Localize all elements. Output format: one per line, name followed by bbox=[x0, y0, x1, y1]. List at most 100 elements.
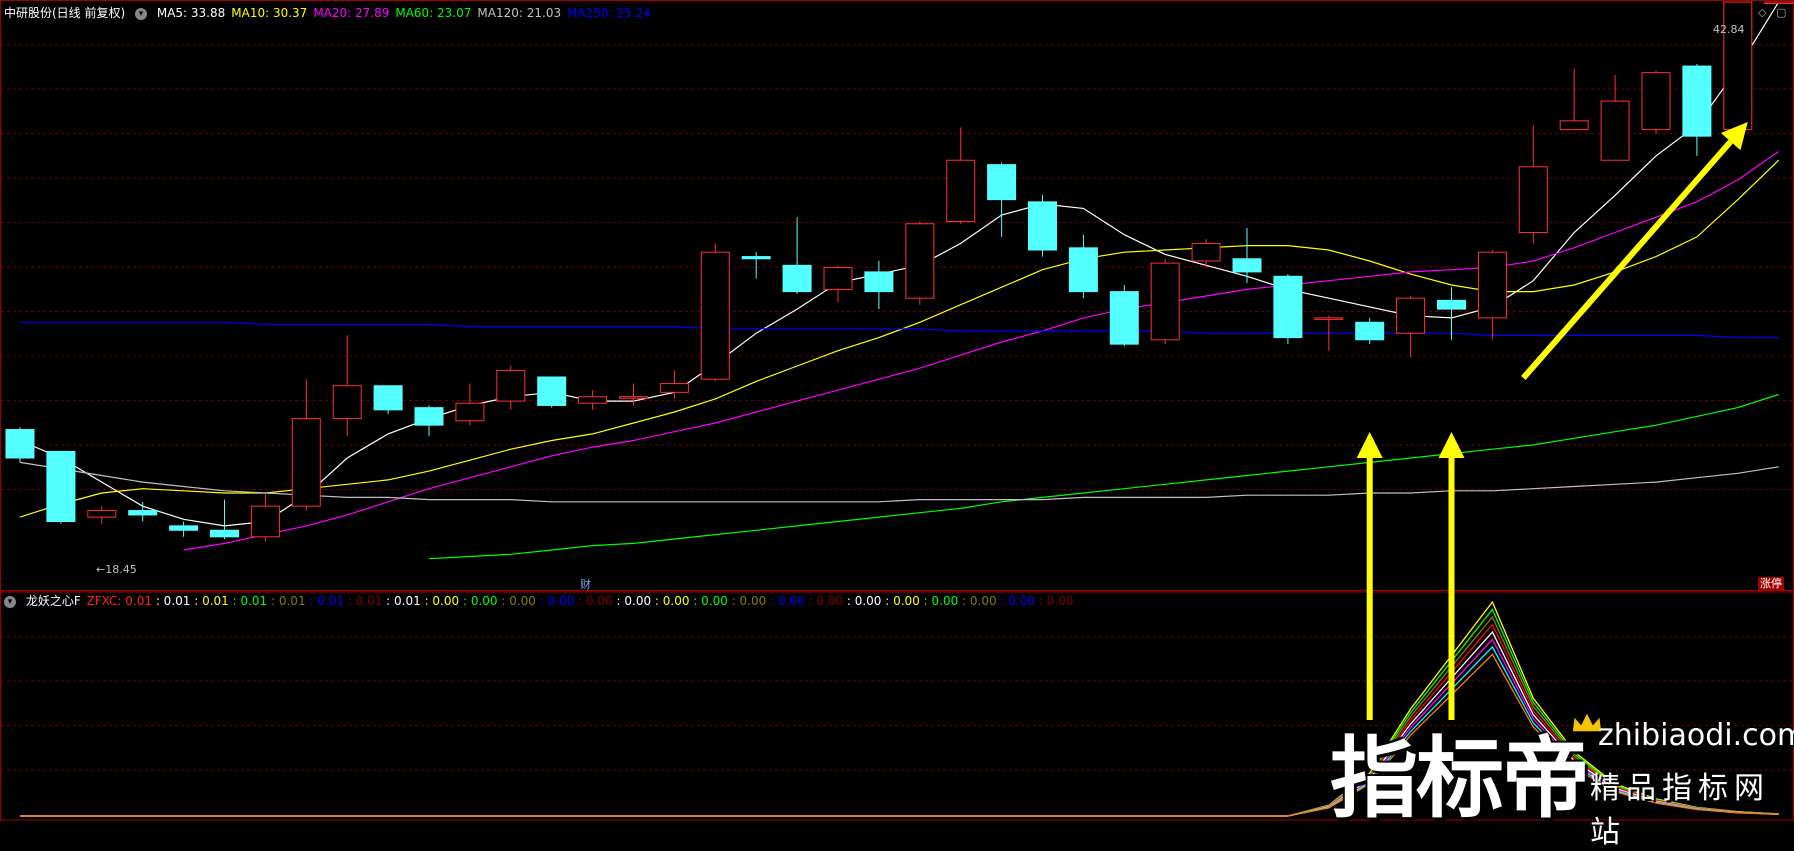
candle[interactable] bbox=[1641, 70, 1671, 134]
candle-body bbox=[619, 396, 648, 399]
indicator-value: : 0.00 bbox=[612, 594, 652, 608]
candle-body bbox=[169, 525, 199, 531]
candle-body bbox=[1764, 1, 1794, 4]
candle[interactable] bbox=[128, 501, 158, 522]
price-chart[interactable] bbox=[0, 0, 1794, 822]
indicator-value: : 0.00 bbox=[574, 594, 613, 608]
min-price-label: ←18.45 bbox=[96, 563, 137, 576]
candle[interactable] bbox=[741, 252, 771, 279]
candle-body bbox=[210, 529, 239, 538]
candle-body bbox=[1682, 65, 1712, 137]
candle[interactable] bbox=[5, 427, 35, 463]
indicator-value: : 0.01 bbox=[343, 594, 383, 608]
diamond-icon[interactable]: ◇ bbox=[1758, 6, 1766, 20]
candle-body bbox=[741, 256, 771, 260]
candle[interactable] bbox=[700, 243, 730, 382]
candle[interactable] bbox=[1273, 274, 1303, 345]
candle[interactable] bbox=[291, 379, 321, 511]
main-header: 中研股份(日线 前复权) ▾ MA5: 33.88 MA10: 30.37 MA20… bbox=[4, 6, 663, 20]
indicator-value: : 0.01 bbox=[228, 594, 268, 608]
candle[interactable] bbox=[782, 217, 812, 294]
indicator-value: : 0.01 bbox=[190, 594, 229, 608]
indicator-value: : 0.00 bbox=[843, 594, 882, 608]
limit-up-badge: 涨停 bbox=[1758, 577, 1784, 591]
candle-body bbox=[823, 267, 853, 290]
candle-body bbox=[1314, 317, 1344, 320]
candle[interactable] bbox=[1355, 317, 1385, 345]
candle[interactable] bbox=[987, 162, 1017, 237]
indicator-value: : 0.01 bbox=[155, 594, 191, 608]
candle[interactable] bbox=[414, 405, 444, 437]
candle-body bbox=[1723, 1, 1753, 131]
candle-body bbox=[946, 159, 976, 223]
candle[interactable] bbox=[537, 376, 567, 408]
indicator-value: : 0.00 bbox=[996, 594, 1035, 608]
candle[interactable] bbox=[455, 383, 485, 426]
indicator-value: : 0.00 bbox=[420, 594, 460, 608]
candle-body bbox=[87, 510, 117, 518]
candle[interactable] bbox=[864, 260, 894, 310]
brand-slogan: 精品指标网站 bbox=[1590, 771, 1770, 850]
restore-icon[interactable]: ▢ bbox=[1776, 6, 1786, 20]
finance-marker[interactable]: 财 bbox=[580, 578, 591, 592]
max-price-label: 42.84 bbox=[1713, 23, 1745, 36]
candle[interactable] bbox=[1723, 1, 1753, 131]
indicator-value: : 0.01 bbox=[267, 594, 306, 608]
candle[interactable] bbox=[1559, 68, 1589, 131]
candle[interactable] bbox=[905, 221, 935, 305]
candle[interactable] bbox=[210, 499, 239, 540]
indicator-value: : 0.00 bbox=[459, 594, 498, 608]
brand-url: zhibiaodi.com bbox=[1598, 718, 1794, 753]
candle-body bbox=[578, 396, 608, 404]
ma-toggle-icon[interactable]: ▾ bbox=[135, 7, 148, 20]
candle[interactable] bbox=[1600, 74, 1630, 161]
indicator-header: ▾ 龙妖之心F ZFXC: 0.01 : 0.01 : 0.01 : 0.01 … bbox=[4, 594, 1079, 608]
candle[interactable] bbox=[1232, 228, 1262, 283]
candle[interactable] bbox=[496, 366, 526, 410]
candle[interactable] bbox=[87, 506, 117, 524]
candle[interactable] bbox=[1028, 195, 1057, 257]
candle[interactable] bbox=[46, 450, 76, 524]
indicator-value: : 0.00 bbox=[766, 594, 805, 608]
candle[interactable] bbox=[823, 265, 853, 303]
candle-body bbox=[496, 369, 526, 402]
indicator-toggle-icon[interactable]: ▾ bbox=[4, 595, 16, 608]
candle-body bbox=[659, 383, 689, 393]
indicator-value: : 0.00 bbox=[651, 594, 690, 608]
candle-body bbox=[5, 429, 35, 459]
candle[interactable] bbox=[1518, 125, 1548, 244]
candle[interactable] bbox=[1437, 287, 1466, 340]
ma-line-ma120 bbox=[19, 461, 1779, 503]
candle[interactable] bbox=[946, 127, 976, 224]
candle[interactable] bbox=[332, 335, 362, 437]
candle-body bbox=[905, 223, 935, 299]
candle-body bbox=[250, 505, 280, 538]
candle[interactable] bbox=[373, 385, 403, 415]
candle[interactable] bbox=[1068, 234, 1098, 299]
indicator-value: : 0.00 bbox=[689, 594, 728, 608]
watermark-brand: 指标帝 zhibiaodi.com 精品指标网站 bbox=[1330, 708, 1794, 850]
candle[interactable] bbox=[1109, 285, 1139, 347]
candle[interactable] bbox=[1764, 1, 1794, 4]
candle-body bbox=[1559, 120, 1589, 131]
indicator-value: : 0.00 bbox=[1035, 594, 1074, 608]
candle[interactable] bbox=[250, 493, 280, 542]
arrow-head bbox=[1356, 432, 1383, 458]
candle-body bbox=[1150, 262, 1180, 341]
candle[interactable] bbox=[578, 390, 608, 410]
candle[interactable] bbox=[1150, 258, 1180, 345]
candle[interactable] bbox=[1682, 63, 1712, 156]
candle-body bbox=[291, 418, 321, 507]
candle[interactable] bbox=[619, 383, 648, 406]
candle[interactable] bbox=[1396, 295, 1426, 358]
candle[interactable] bbox=[1477, 250, 1507, 340]
candle-body bbox=[1273, 275, 1303, 339]
candle[interactable] bbox=[169, 521, 199, 537]
stock-title: 中研股份(日线 前复权) bbox=[4, 6, 126, 20]
candle-body bbox=[1477, 251, 1507, 319]
ma-line-ma60 bbox=[428, 393, 1779, 560]
ma-legend-item: MA250: 25.24 bbox=[567, 6, 651, 20]
candle-body bbox=[1191, 242, 1221, 262]
candle-body bbox=[700, 251, 730, 380]
candle-body bbox=[128, 510, 158, 516]
